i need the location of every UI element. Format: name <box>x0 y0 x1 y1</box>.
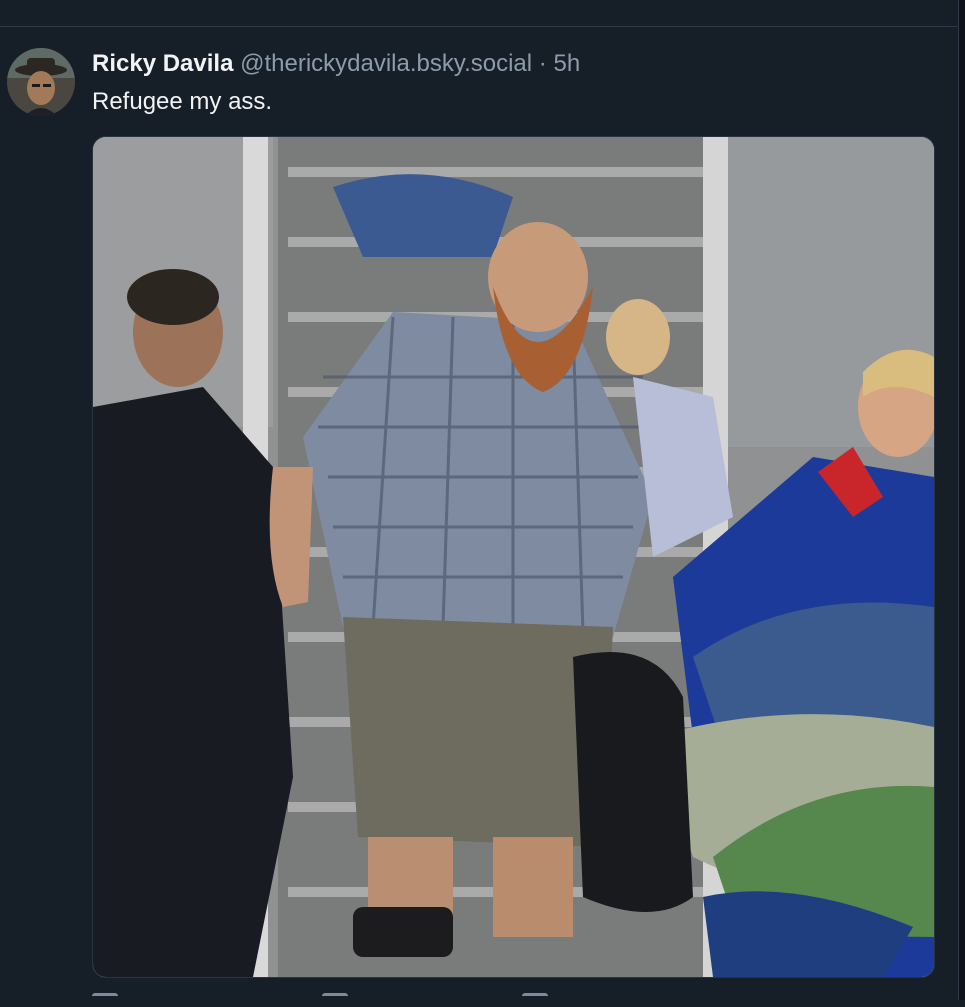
post-text: Refugee my ass. <box>92 88 273 115</box>
photo-airplane-stairs <box>93 137 934 977</box>
post-image[interactable] <box>92 136 935 978</box>
header-separator: · <box>538 50 547 77</box>
user-avatar[interactable] <box>7 48 75 116</box>
post-card[interactable]: Ricky Davila @therickydavila.bsky.social… <box>0 27 957 1000</box>
post-header: Ricky Davila @therickydavila.bsky.social… <box>92 49 580 79</box>
post-actions <box>92 993 792 1007</box>
author-handle[interactable]: @therickydavila.bsky.social <box>240 50 532 77</box>
author-name[interactable]: Ricky Davila <box>92 50 233 77</box>
post-timestamp[interactable]: 5h <box>553 50 580 77</box>
previous-post-divider <box>0 0 957 27</box>
avatar-image <box>7 48 75 116</box>
scrollbar-track[interactable] <box>958 0 965 1000</box>
